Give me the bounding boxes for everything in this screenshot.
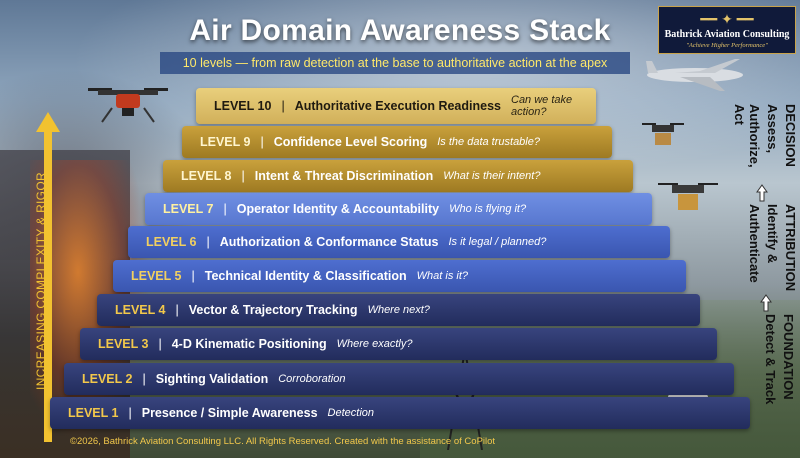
decision-heading: DECISION bbox=[783, 104, 798, 167]
level-bar-10: LEVEL 10 | Authoritative Execution Readine… bbox=[196, 88, 596, 124]
attribution-line1: Identify & bbox=[765, 204, 780, 264]
level-bar-1: LEVEL 1 | Presence / Simple Awareness Detec… bbox=[50, 397, 750, 429]
level-title: Authoritative Execution Readiness bbox=[294, 99, 501, 113]
separator: | bbox=[241, 169, 245, 183]
level-question: Where exactly? bbox=[336, 338, 413, 350]
cargo-drone-icon bbox=[658, 183, 718, 210]
level-question: What is it? bbox=[416, 270, 468, 282]
separator: | bbox=[281, 99, 285, 113]
level-question: What is their intent? bbox=[443, 170, 541, 182]
level-number: LEVEL 1 bbox=[68, 406, 119, 420]
level-number: LEVEL 9 bbox=[200, 135, 251, 149]
level-bar-5: LEVEL 5 | Technical Identity & Classificat… bbox=[113, 260, 686, 292]
separator: | bbox=[175, 303, 179, 317]
level-number: LEVEL 10 bbox=[214, 99, 272, 113]
separator: | bbox=[158, 337, 162, 351]
level-question: Is the data trustable? bbox=[437, 136, 540, 148]
attribution-line2: Authenticate bbox=[747, 204, 762, 283]
decision-line1: Assess, bbox=[765, 104, 780, 154]
level-title: Technical Identity & Classification bbox=[204, 269, 407, 283]
level-bar-9: LEVEL 9 | Confidence Level Scoring Is the d… bbox=[182, 126, 612, 158]
logo-name: Bathrick Aviation Consulting bbox=[664, 29, 790, 40]
level-title: Operator Identity & Accountability bbox=[236, 202, 440, 216]
foundation-label-group: FOUNDATION Detect & Track bbox=[750, 314, 796, 418]
level-number: LEVEL 4 bbox=[115, 303, 166, 317]
decision-label-group: DECISION Assess, Authorize, Act bbox=[732, 98, 798, 188]
quadcopter-drone-icon bbox=[88, 88, 168, 123]
level-bar-6: LEVEL 6 | Authorization & Conformance Stat… bbox=[128, 226, 670, 258]
axis-label: INCREASING COMPLEXITY & RIGOR bbox=[34, 172, 48, 390]
page-subtitle: 10 levels — from raw detection at the ba… bbox=[160, 52, 630, 74]
level-title: Confidence Level Scoring bbox=[273, 135, 428, 149]
separator: | bbox=[260, 135, 264, 149]
cargo-drone-icon bbox=[642, 123, 684, 145]
level-bar-3: LEVEL 3 | 4-D Kinematic Positioning Where e… bbox=[80, 328, 717, 360]
level-number: LEVEL 8 bbox=[181, 169, 232, 183]
separator: | bbox=[191, 269, 195, 283]
level-bar-2: LEVEL 2 | Sighting Validation Corroboration bbox=[64, 363, 734, 395]
level-number: LEVEL 2 bbox=[82, 372, 133, 386]
attribution-heading: ATTRIBUTION bbox=[783, 204, 798, 292]
level-question: Corroboration bbox=[278, 373, 346, 385]
up-arrow-icon bbox=[756, 184, 768, 202]
separator: | bbox=[142, 372, 146, 386]
decision-line2: Authorize, Act bbox=[732, 104, 762, 168]
level-number: LEVEL 5 bbox=[131, 269, 182, 283]
level-question: Can we take action? bbox=[511, 94, 573, 118]
level-number: LEVEL 6 bbox=[146, 235, 197, 249]
level-number: LEVEL 7 bbox=[163, 202, 214, 216]
level-question: Who is flying it? bbox=[449, 203, 527, 215]
slide: Air Domain Awareness Stack 10 levels — f… bbox=[0, 0, 800, 458]
level-title: Vector & Trajectory Tracking bbox=[188, 303, 358, 317]
level-title: 4-D Kinematic Positioning bbox=[171, 337, 327, 351]
airliner-icon bbox=[646, 59, 743, 91]
level-bar-8: LEVEL 8 | Intent & Threat Discrimination Wh… bbox=[163, 160, 633, 192]
level-title: Authorization & Conformance Status bbox=[219, 235, 439, 249]
up-arrow-icon bbox=[760, 294, 772, 312]
level-title: Sighting Validation bbox=[155, 372, 269, 386]
copyright-notice: ©2026, Bathrick Aviation Consulting LLC.… bbox=[70, 436, 496, 447]
level-question: Where next? bbox=[367, 304, 430, 316]
level-question: Detection bbox=[327, 407, 375, 419]
logo-tagline: "Achieve Higher Performance" bbox=[686, 42, 768, 49]
foundation-heading: FOUNDATION bbox=[781, 314, 796, 400]
level-bar-4: LEVEL 4 | Vector & Trajectory Tracking Wher… bbox=[97, 294, 700, 326]
level-number: LEVEL 3 bbox=[98, 337, 149, 351]
level-title: Presence / Simple Awareness bbox=[141, 406, 318, 420]
attribution-label-group: ATTRIBUTION Identify & Authenticate bbox=[738, 204, 798, 294]
level-bar-7: LEVEL 7 | Operator Identity & Accountabili… bbox=[145, 193, 652, 225]
separator: | bbox=[206, 235, 210, 249]
separator: | bbox=[223, 202, 227, 216]
wings-emblem-icon: ━━ ✦ ━━ bbox=[700, 11, 754, 27]
level-title: Intent & Threat Discrimination bbox=[254, 169, 434, 183]
company-logo: ━━ ✦ ━━ Bathrick Aviation Consulting "Ac… bbox=[658, 6, 796, 54]
level-question: Is it legal / planned? bbox=[448, 236, 547, 248]
separator: | bbox=[128, 406, 132, 420]
foundation-line1: Detect & Track bbox=[763, 314, 778, 405]
